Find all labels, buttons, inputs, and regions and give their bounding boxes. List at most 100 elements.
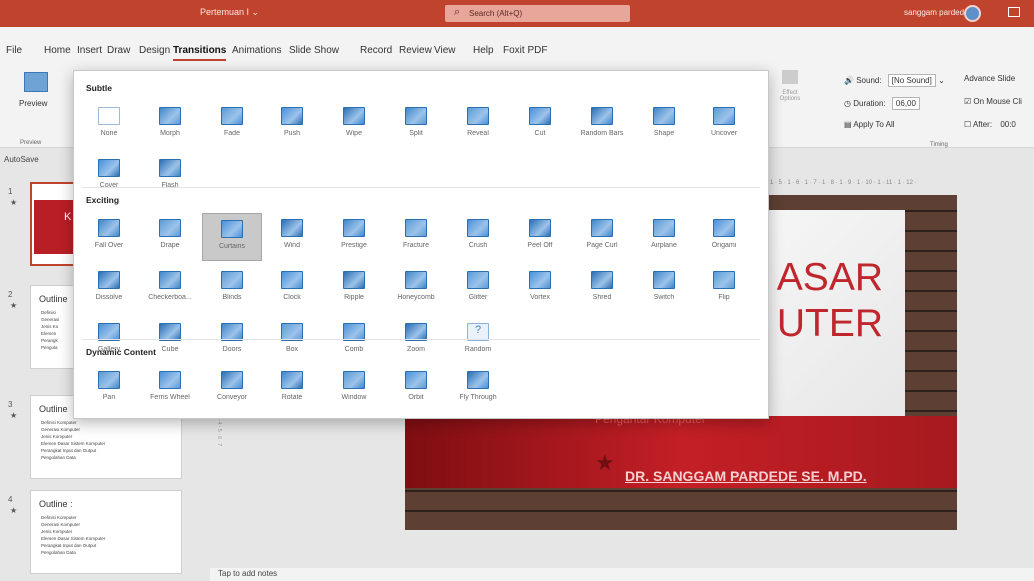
- transition-flash[interactable]: Flash: [140, 153, 200, 201]
- slide-author[interactable]: DR. SANGGAM PARDEDE SE. M.PD.: [625, 468, 867, 484]
- transition-label: Reveal: [467, 130, 489, 137]
- menu-tab-insert[interactable]: Insert: [77, 45, 102, 56]
- transition-shred[interactable]: Shred: [572, 265, 632, 313]
- thumbnail-bullet: Pengolahan Data: [41, 455, 76, 460]
- transition-label: Orbit: [408, 394, 424, 401]
- transition-conveyor[interactable]: Conveyor: [202, 365, 262, 413]
- transition-cover[interactable]: Cover: [79, 153, 139, 201]
- transition-flip[interactable]: Flip: [694, 265, 754, 313]
- transition-label: Rotate: [281, 394, 303, 401]
- menu-tab-transitions[interactable]: Transitions: [173, 45, 227, 61]
- avatar[interactable]: [964, 5, 981, 22]
- transition-gallery[interactable]: Gallery: [79, 317, 139, 365]
- menu-tab-help[interactable]: Help: [473, 45, 494, 56]
- transition-peel-off[interactable]: Peel Off: [510, 213, 570, 261]
- transition-reveal[interactable]: Reveal: [448, 101, 508, 149]
- transition-ferris-wheel[interactable]: Ferris Wheel: [140, 365, 200, 413]
- transition-honeycomb[interactable]: Honeycomb: [386, 265, 446, 313]
- after-input[interactable]: 00:0: [1000, 120, 1016, 129]
- menu-tab-view[interactable]: View: [434, 45, 456, 56]
- transition-label: Airplane: [651, 242, 677, 249]
- transition-pan[interactable]: Pan: [79, 365, 139, 413]
- chevron-down-icon[interactable]: ⌄: [938, 76, 945, 85]
- transition-label: Cut: [534, 130, 546, 137]
- transition-label: Prestige: [341, 242, 367, 249]
- transition-doors[interactable]: Doors: [202, 317, 262, 365]
- menu-tab-review[interactable]: Review: [399, 45, 432, 56]
- transition-glitter[interactable]: Glitter: [448, 265, 508, 313]
- transition-wipe[interactable]: Wipe: [324, 101, 384, 149]
- transition-fly-through[interactable]: Fly Through: [448, 365, 508, 413]
- transition-crush[interactable]: Crush: [448, 213, 508, 261]
- transition-zoom[interactable]: Zoom: [386, 317, 446, 365]
- notes-pane[interactable]: Tap to add notes: [210, 568, 1034, 581]
- transition-uncover[interactable]: Uncover: [694, 101, 754, 149]
- autosave-toggle[interactable]: AutoSave: [0, 150, 75, 170]
- transition-shape[interactable]: Shape: [634, 101, 694, 149]
- transition-drape[interactable]: Drape: [140, 213, 200, 261]
- menu-tab-draw[interactable]: Draw: [107, 45, 130, 56]
- user-name[interactable]: sanggam pardede: [904, 8, 969, 17]
- preview-icon: [24, 72, 48, 92]
- menu-tab-foxit-pdf[interactable]: Foxit PDF: [503, 45, 547, 56]
- effect-options-button[interactable]: Effect Options: [775, 70, 805, 102]
- transition-cut[interactable]: Cut: [510, 101, 570, 149]
- transition-star-icon: ★: [10, 198, 18, 207]
- curtains-icon: [221, 220, 243, 238]
- transition-prestige[interactable]: Prestige: [324, 213, 384, 261]
- slide-number: 3: [8, 400, 13, 409]
- after-checkbox-icon[interactable]: ☐: [964, 120, 973, 129]
- transition-fall-over[interactable]: Fall Over: [79, 213, 139, 261]
- transition-cube[interactable]: Cube: [140, 317, 200, 365]
- transition-window[interactable]: Window: [324, 365, 384, 413]
- menu-tab-animations[interactable]: Animations: [232, 45, 281, 56]
- menu-tab-record[interactable]: Record: [360, 45, 392, 56]
- apply-to-all-button[interactable]: ▤ Apply To All: [844, 120, 895, 129]
- transition-orbit[interactable]: Orbit: [386, 365, 446, 413]
- transition-airplane[interactable]: Airplane: [634, 213, 694, 261]
- notes-placeholder: Tap to add notes: [218, 569, 278, 578]
- transition-fracture[interactable]: Fracture: [386, 213, 446, 261]
- transition-push[interactable]: Push: [262, 101, 322, 149]
- sound-dropdown[interactable]: [No Sound]: [887, 74, 936, 87]
- transition-page-curl[interactable]: Page Curl: [572, 213, 632, 261]
- ribbon-display-icon[interactable]: [1008, 7, 1020, 17]
- on-mouse-click-checkbox[interactable]: ☑ On Mouse Cli: [964, 97, 1022, 106]
- transition-origami[interactable]: Origami: [694, 213, 754, 261]
- transition-none[interactable]: None: [79, 101, 139, 149]
- transition-ripple[interactable]: Ripple: [324, 265, 384, 313]
- transition-comb[interactable]: Comb: [324, 317, 384, 365]
- transition-switch[interactable]: Switch: [634, 265, 694, 313]
- menu-tab-design[interactable]: Design: [139, 45, 170, 56]
- menu-tab-file[interactable]: File: [6, 45, 22, 56]
- transition-blinds[interactable]: Blinds: [202, 265, 262, 313]
- window-icon: [343, 371, 365, 389]
- transition-checkerboa[interactable]: Checkerboa...: [140, 265, 200, 313]
- preview-button[interactable]: Preview: [19, 72, 55, 108]
- transition-clock[interactable]: Clock: [262, 265, 322, 313]
- thumbnail-bullet: Elemen Dasar Sistem Komputer: [41, 536, 106, 541]
- transition-random[interactable]: ? Random: [448, 317, 508, 365]
- search-icon: ⌕: [454, 6, 461, 18]
- transition-box[interactable]: Box: [262, 317, 322, 365]
- transition-fade[interactable]: Fade: [202, 101, 262, 149]
- search-box[interactable]: ⌕ Search (Alt+Q): [445, 5, 630, 22]
- section-divider: [82, 187, 760, 188]
- transition-dissolve[interactable]: Dissolve: [79, 265, 139, 313]
- menu-tab-slide-show[interactable]: Slide Show: [289, 45, 339, 56]
- transition-random-bars[interactable]: Random Bars: [572, 101, 632, 149]
- transition-rotate[interactable]: Rotate: [262, 365, 322, 413]
- slide-thumbnail-4[interactable]: Outline : Definisi Komputer Generasi Kompu…: [30, 490, 182, 574]
- transition-morph[interactable]: Morph: [140, 101, 200, 149]
- transition-vortex[interactable]: Vortex: [510, 265, 570, 313]
- transition-curtains[interactable]: Curtains: [202, 213, 262, 261]
- menu-tab-home[interactable]: Home: [44, 45, 71, 56]
- conveyor-icon: [221, 371, 243, 389]
- duration-input[interactable]: 06,00: [891, 97, 920, 110]
- transition-wind[interactable]: Wind: [262, 213, 322, 261]
- duration-row: ◷ Duration: 06,00: [844, 97, 920, 110]
- document-title[interactable]: Pertemuan I ⌄: [200, 7, 259, 18]
- none-icon: [98, 107, 120, 125]
- transition-label: Shred: [592, 294, 612, 301]
- transition-split[interactable]: Split: [386, 101, 446, 149]
